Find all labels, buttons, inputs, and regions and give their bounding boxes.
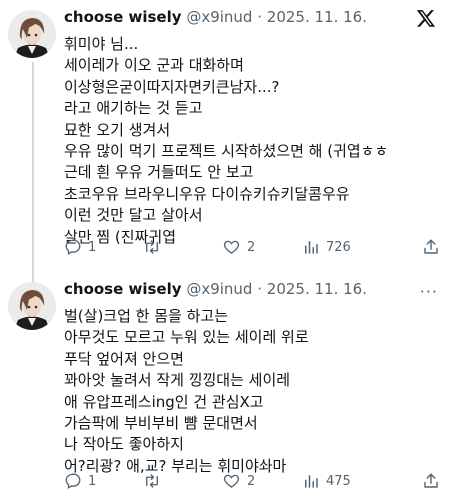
tweet-line: 벌(살)크업 한 몸을 하고는 <box>64 307 229 325</box>
retweet-icon <box>146 240 158 254</box>
separator-dot: · <box>257 280 262 298</box>
tweet-line: 묘한 오기 생겨서 <box>64 120 171 139</box>
tweet[interactable]: choose wisely @x9inud · 2025. 11. 16. 휘미… <box>0 0 450 272</box>
views-button[interactable]: 475 <box>302 472 351 490</box>
tweet-line: 근데 흰 우유 거들떠도 안 보고 <box>64 163 254 182</box>
tweet-line: 가슴팍에 부비부비 뺨 문대면서 <box>64 414 258 433</box>
author-handle[interactable]: @x9inud <box>186 8 252 26</box>
views-button[interactable]: 726 <box>302 238 351 256</box>
reply-button[interactable]: 1 <box>64 238 96 256</box>
tweet-text: 벌(살)크업 한 몸을 하고는 아무것도 모르고 누워 있는 세이레 위로 푸닥… <box>64 306 436 477</box>
tweet[interactable]: choose wisely @x9inud · 2025. 11. 16. ··… <box>0 272 450 504</box>
tweet-actions: 1 2 726 <box>64 238 438 260</box>
tweet-date[interactable]: 2025. 11. 16. <box>267 8 367 26</box>
avatar[interactable] <box>8 10 56 58</box>
reply-button[interactable]: 1 <box>64 472 96 490</box>
tweet-header: choose wisely @x9inud · 2025. 11. 16. <box>64 280 410 302</box>
share-icon <box>424 473 438 488</box>
views-chart-icon <box>305 475 318 488</box>
tweet-line: 초코우유 브라우니우유 다이슈키슈키달콤우유 <box>64 184 350 203</box>
tweet-date[interactable]: 2025. 11. 16. <box>267 280 367 298</box>
heart-icon <box>223 240 240 254</box>
like-button[interactable]: 2 <box>222 472 255 490</box>
tweet-line: 아무것도 모르고 누워 있는 세이레 위로 <box>64 328 309 347</box>
view-count: 726 <box>326 239 351 255</box>
author-handle[interactable]: @x9inud <box>186 280 252 298</box>
tweet-line: 꽈아앗 눌려서 작게 낑낑대는 세이레 <box>64 371 291 390</box>
avatar[interactable] <box>8 282 56 330</box>
like-count: 2 <box>247 239 256 255</box>
reply-count: 1 <box>88 473 97 489</box>
author-name[interactable]: choose wisely <box>64 8 182 26</box>
views-chart-icon <box>305 241 318 254</box>
tweet-header: choose wisely @x9inud · 2025. 11. 16. <box>64 8 410 30</box>
share-icon <box>424 239 438 254</box>
reply-icon <box>65 473 81 489</box>
author-name[interactable]: choose wisely <box>64 280 182 298</box>
tweet-text: 휘미야 님... 세이레가 이오 군과 대화하며 이상형은굳이따지자면키큰남자.… <box>64 34 436 248</box>
view-count: 475 <box>326 473 351 489</box>
tweet-line: 애 유압프레스ing인 건 관심X고 <box>64 392 264 411</box>
share-button[interactable] <box>422 472 440 490</box>
heart-icon <box>223 474 240 488</box>
retweet-button[interactable] <box>142 238 168 256</box>
tweet-line: 휘미야 님... <box>64 35 139 53</box>
tweet-line: 세이레가 이오 군과 대화하며 <box>64 56 244 75</box>
like-button[interactable]: 2 <box>222 238 255 256</box>
reply-count: 1 <box>88 239 97 255</box>
tweet-line: 푸닥 엎어져 안으면 <box>64 349 184 368</box>
x-logo-icon[interactable] <box>416 8 436 28</box>
like-count: 2 <box>247 473 256 489</box>
share-button[interactable] <box>422 238 440 256</box>
more-options-icon[interactable]: ··· <box>420 282 438 301</box>
tweet-line: 나 작아도 좋아하지 <box>64 435 184 454</box>
retweet-icon <box>146 474 158 488</box>
retweet-button[interactable] <box>142 472 168 490</box>
reply-icon <box>65 239 81 255</box>
tweet-line: 우유 많이 먹기 프로젝트 시작하셨으면 해 (귀엽ㅎㅎ <box>64 142 389 161</box>
tweet-line: 라고 애기하는 것 듣고 <box>64 99 203 118</box>
tweet-actions: 1 2 475 <box>64 472 438 494</box>
tweet-line: 이상형은굳이따지자면키큰남자...? <box>64 77 280 96</box>
tweet-line: 이런 것만 달고 살아서 <box>64 206 203 225</box>
separator-dot: · <box>257 8 262 26</box>
